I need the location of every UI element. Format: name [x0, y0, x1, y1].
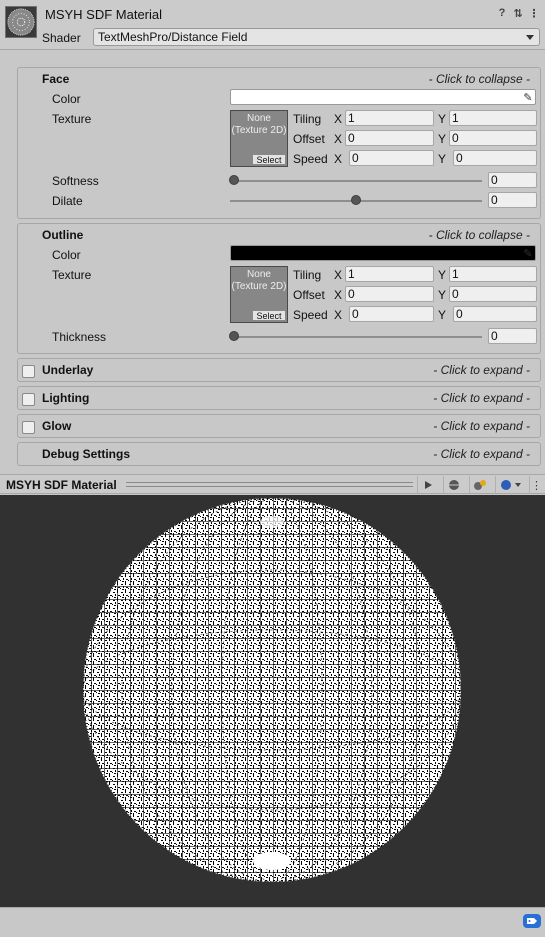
outline-offset-x-label: X: [334, 288, 343, 302]
outline-speed-x-label: X: [334, 308, 343, 322]
face-title[interactable]: Face: [42, 72, 69, 86]
lighting-checkbox[interactable]: [22, 393, 35, 406]
debug-settings-title[interactable]: Debug Settings: [42, 447, 130, 461]
debug-settings-section[interactable]: Debug Settings - Click to expand -: [17, 442, 541, 466]
face-speed-label: Speed: [293, 152, 328, 166]
face-speed-y-input[interactable]: 0: [453, 150, 537, 166]
chevron-down-icon: [526, 35, 534, 40]
sphere-icon[interactable]: [443, 476, 463, 494]
eyedropper-icon[interactable]: ✎: [520, 245, 536, 261]
texture-none-text: None (Texture 2D): [231, 269, 287, 292]
shader-dropdown[interactable]: TextMeshPro/Distance Field: [93, 28, 540, 46]
outline-tiling-y-label: Y: [438, 268, 447, 282]
outline-thickness-handle[interactable]: [229, 331, 239, 341]
lighting-section[interactable]: Lighting - Click to expand -: [17, 386, 541, 410]
outline-color-field[interactable]: [230, 245, 536, 261]
preview-title: MSYH SDF Material: [6, 478, 117, 492]
menu-icon[interactable]: ⋮: [528, 7, 540, 20]
face-offset-label: Offset: [293, 132, 325, 146]
outline-offset-y-label: Y: [438, 288, 447, 302]
material-preview[interactable]: [0, 495, 545, 907]
outline-tiling-x-input[interactable]: 1: [345, 266, 434, 282]
glow-section[interactable]: Glow - Click to expand -: [17, 414, 541, 438]
face-offset-x-label: X: [334, 132, 343, 146]
status-bar: [0, 907, 545, 937]
face-offset-y-input[interactable]: 0: [449, 130, 537, 146]
outline-thickness-input[interactable]: 0: [488, 328, 537, 344]
shader-value: TextMeshPro/Distance Field: [98, 30, 248, 44]
face-speed-x-input[interactable]: 0: [349, 150, 434, 166]
outline-thickness-label: Thickness: [52, 330, 107, 344]
face-tiling-x-input[interactable]: 1: [345, 110, 434, 126]
face-offset-x-input[interactable]: 0: [345, 130, 434, 146]
face-color-field[interactable]: [230, 89, 536, 105]
outline-title[interactable]: Outline: [42, 228, 83, 242]
shape-dropdown-icon[interactable]: [495, 476, 527, 494]
underlay-title[interactable]: Underlay: [42, 363, 93, 377]
lighting-expand-hint[interactable]: - Click to expand -: [433, 391, 530, 405]
face-offset-y-label: Y: [438, 132, 447, 146]
face-dilate-input[interactable]: 0: [488, 192, 537, 208]
face-tiling-y-label: Y: [438, 112, 447, 126]
outline-collapse-hint[interactable]: - Click to collapse -: [429, 228, 530, 242]
lighting-title[interactable]: Lighting: [42, 391, 89, 405]
face-color-label: Color: [52, 92, 81, 106]
underlay-section[interactable]: Underlay - Click to expand -: [17, 358, 541, 382]
face-texture-select-button[interactable]: Select: [252, 154, 286, 165]
outline-speed-y-input[interactable]: 0: [453, 306, 537, 322]
eyedropper-icon[interactable]: ✎: [520, 89, 536, 105]
face-speed-x-label: X: [334, 152, 343, 166]
underlay-checkbox[interactable]: [22, 365, 35, 378]
outline-offset-x-input[interactable]: 0: [345, 286, 434, 302]
face-softness-input[interactable]: 0: [488, 172, 537, 188]
face-speed-y-label: Y: [438, 152, 447, 166]
face-tiling-x-label: X: [334, 112, 343, 126]
texture-none-text: None (Texture 2D): [231, 113, 287, 136]
material-title: MSYH SDF Material: [45, 7, 163, 22]
outline-tiling-x-label: X: [334, 268, 343, 282]
face-dilate-label: Dilate: [52, 194, 83, 208]
outline-texture-select-button[interactable]: Select: [252, 310, 286, 321]
more-icon[interactable]: ⋮: [529, 476, 543, 494]
outline-speed-y-label: Y: [438, 308, 447, 322]
face-dilate-handle[interactable]: [351, 195, 361, 205]
outline-offset-label: Offset: [293, 288, 325, 302]
outline-texture-slot[interactable]: None (Texture 2D) Select: [230, 266, 288, 323]
underlay-expand-hint[interactable]: - Click to expand -: [433, 363, 530, 377]
asset-label-icon[interactable]: [523, 914, 541, 928]
outline-speed-label: Speed: [293, 308, 328, 322]
outline-thickness-slider[interactable]: [230, 336, 482, 338]
lights-icon[interactable]: [469, 476, 489, 494]
material-thumbnail: [5, 6, 37, 38]
glow-title[interactable]: Glow: [42, 419, 71, 433]
outline-offset-y-input[interactable]: 0: [449, 286, 537, 302]
outline-section: Outline - Click to collapse - Color ✎ Te…: [17, 223, 541, 354]
preview-toolbar: MSYH SDF Material ⋮: [0, 474, 545, 494]
debug-settings-expand-hint[interactable]: - Click to expand -: [433, 447, 530, 461]
face-softness-slider[interactable]: [230, 180, 482, 182]
inspector-header: MSYH SDF Material ? ⇅ ⋮ Shader TextMeshP…: [0, 0, 545, 50]
help-icon[interactable]: ?: [496, 7, 508, 19]
outline-color-label: Color: [52, 248, 81, 262]
preset-icon[interactable]: ⇅: [512, 7, 524, 20]
glow-expand-hint[interactable]: - Click to expand -: [433, 419, 530, 433]
face-texture-label: Texture: [52, 112, 92, 126]
face-section: Face - Click to collapse - Color ✎ Textu…: [17, 67, 541, 219]
face-tiling-label: Tiling: [293, 112, 322, 126]
play-icon[interactable]: [417, 476, 437, 494]
preview-drag-handle[interactable]: [126, 482, 413, 487]
outline-tiling-y-input[interactable]: 1: [449, 266, 537, 282]
outline-tiling-label: Tiling: [293, 268, 322, 282]
outline-texture-label: Texture: [52, 268, 92, 282]
shader-label: Shader: [42, 31, 81, 45]
face-collapse-hint[interactable]: - Click to collapse -: [429, 72, 530, 86]
outline-speed-x-input[interactable]: 0: [349, 306, 434, 322]
face-tiling-y-input[interactable]: 1: [449, 110, 537, 126]
face-texture-slot[interactable]: None (Texture 2D) Select: [230, 110, 288, 167]
face-softness-label: Softness: [52, 174, 99, 188]
preview-sphere: [82, 497, 462, 883]
face-softness-handle[interactable]: [229, 175, 239, 185]
glow-checkbox[interactable]: [22, 421, 35, 434]
